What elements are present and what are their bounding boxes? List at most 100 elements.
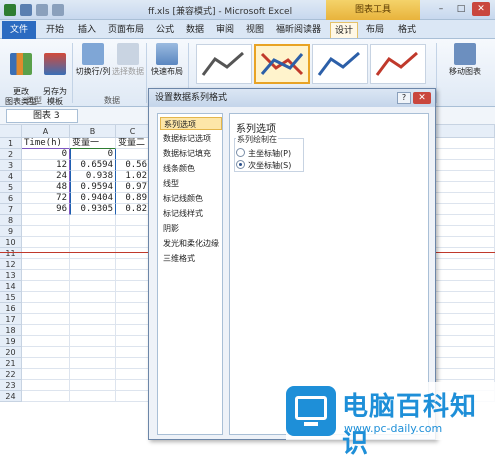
maximize-button[interactable]: □	[452, 2, 470, 16]
cell[interactable]	[22, 314, 70, 325]
row-header[interactable]: 1	[0, 138, 22, 149]
row-header[interactable]: 2	[0, 149, 22, 160]
quick-layout-button[interactable]: 快速布局	[148, 43, 186, 77]
cell[interactable]	[70, 270, 116, 281]
row-header[interactable]: 17	[0, 314, 22, 325]
row-header[interactable]: 11	[0, 248, 22, 259]
chart-style-1[interactable]	[196, 44, 252, 84]
cell[interactable]	[116, 270, 150, 281]
cell[interactable]	[22, 391, 70, 402]
row-header[interactable]: 24	[0, 391, 22, 402]
cell[interactable]: 0.938	[70, 171, 116, 182]
nav-shadow[interactable]: 阴影	[160, 222, 222, 235]
cell[interactable]: 0.89	[116, 193, 150, 204]
cell[interactable]	[22, 226, 70, 237]
nav-marker-options[interactable]: 数据标记选项	[160, 132, 222, 145]
cell[interactable]	[116, 391, 150, 402]
row-header[interactable]: 9	[0, 226, 22, 237]
cell[interactable]: 0.97	[116, 182, 150, 193]
cell[interactable]	[116, 303, 150, 314]
row-header[interactable]: 10	[0, 237, 22, 248]
cell[interactable]	[22, 325, 70, 336]
tab-design[interactable]: 设计	[330, 22, 359, 38]
row-header[interactable]: 18	[0, 325, 22, 336]
chart-style-3[interactable]	[312, 44, 368, 84]
cell[interactable]: 0.6594	[70, 160, 116, 171]
tab-layout[interactable]: 布局	[362, 22, 388, 38]
cell[interactable]: 0	[22, 149, 70, 160]
cell[interactable]	[116, 358, 150, 369]
nav-3d-format[interactable]: 三维格式	[160, 252, 222, 265]
cell[interactable]	[22, 358, 70, 369]
nav-marker-fill[interactable]: 数据标记填充	[160, 147, 222, 160]
cell[interactable]	[116, 259, 150, 270]
row-header[interactable]: 16	[0, 303, 22, 314]
cell[interactable]	[116, 314, 150, 325]
close-window-button[interactable]: ✕	[472, 2, 490, 16]
cell[interactable]	[22, 248, 70, 259]
tab-review[interactable]: 审阅	[212, 22, 238, 38]
cell[interactable]: 72	[22, 193, 70, 204]
switch-row-column-button[interactable]: 切换行/列	[74, 43, 112, 77]
cell[interactable]	[116, 380, 150, 391]
cell[interactable]	[70, 358, 116, 369]
row-header[interactable]: 5	[0, 182, 22, 193]
tab-view[interactable]: 视图	[242, 22, 268, 38]
cell[interactable]: 12	[22, 160, 70, 171]
nav-glow-soft-edges[interactable]: 发光和柔化边缘	[160, 237, 222, 250]
cell[interactable]	[70, 347, 116, 358]
row-header[interactable]: 21	[0, 358, 22, 369]
column-header-a[interactable]: A	[22, 125, 70, 138]
cell[interactable]	[116, 149, 150, 160]
cell[interactable]	[116, 226, 150, 237]
cell[interactable]: 96	[22, 204, 70, 215]
cell[interactable]	[70, 303, 116, 314]
cell[interactable]: 0.9404	[70, 193, 116, 204]
tab-formulas[interactable]: 公式	[152, 22, 178, 38]
minimize-button[interactable]: –	[432, 2, 450, 16]
cell[interactable]	[116, 325, 150, 336]
name-box[interactable]: 图表 3	[6, 109, 78, 123]
row-header[interactable]: 14	[0, 281, 22, 292]
cell[interactable]: 0.82	[116, 204, 150, 215]
secondary-axis-radio[interactable]	[236, 160, 245, 169]
cell[interactable]	[70, 369, 116, 380]
cell[interactable]	[70, 226, 116, 237]
cell[interactable]	[70, 391, 116, 402]
row-header[interactable]: 15	[0, 292, 22, 303]
cell[interactable]	[22, 281, 70, 292]
redo-icon[interactable]	[52, 4, 64, 16]
tab-file[interactable]: 文件	[2, 21, 36, 39]
tab-data[interactable]: 数据	[182, 22, 208, 38]
column-header-c[interactable]: C	[116, 125, 150, 138]
row-header[interactable]: 3	[0, 160, 22, 171]
row-header[interactable]: 4	[0, 171, 22, 182]
chart-style-2[interactable]	[254, 44, 310, 84]
nav-marker-line-style[interactable]: 标记线样式	[160, 207, 222, 220]
row-header[interactable]: 19	[0, 336, 22, 347]
cell[interactable]: 变量一	[70, 138, 116, 149]
row-header[interactable]: 6	[0, 193, 22, 204]
cell[interactable]: 0.9305	[70, 204, 116, 215]
cell[interactable]	[70, 215, 116, 226]
nav-line-style[interactable]: 线型	[160, 177, 222, 190]
nav-marker-line-color[interactable]: 标记线颜色	[160, 192, 222, 205]
cell[interactable]	[22, 369, 70, 380]
primary-axis-radio[interactable]	[236, 148, 245, 157]
row-header[interactable]: 7	[0, 204, 22, 215]
cell[interactable]: 48	[22, 182, 70, 193]
cell[interactable]	[116, 347, 150, 358]
move-chart-button[interactable]: 移动图表	[440, 43, 490, 77]
cell[interactable]	[116, 369, 150, 380]
cell[interactable]	[22, 347, 70, 358]
tab-format[interactable]: 格式	[394, 22, 420, 38]
help-button[interactable]: ?	[397, 92, 411, 104]
tab-insert[interactable]: 插入	[74, 22, 100, 38]
nav-line-color[interactable]: 线条颜色	[160, 162, 222, 175]
chart-style-4[interactable]	[370, 44, 426, 84]
row-header[interactable]: 12	[0, 259, 22, 270]
save-icon[interactable]	[20, 4, 32, 16]
cell[interactable]	[70, 314, 116, 325]
cell[interactable]	[70, 292, 116, 303]
cell[interactable]: 1.02	[116, 171, 150, 182]
